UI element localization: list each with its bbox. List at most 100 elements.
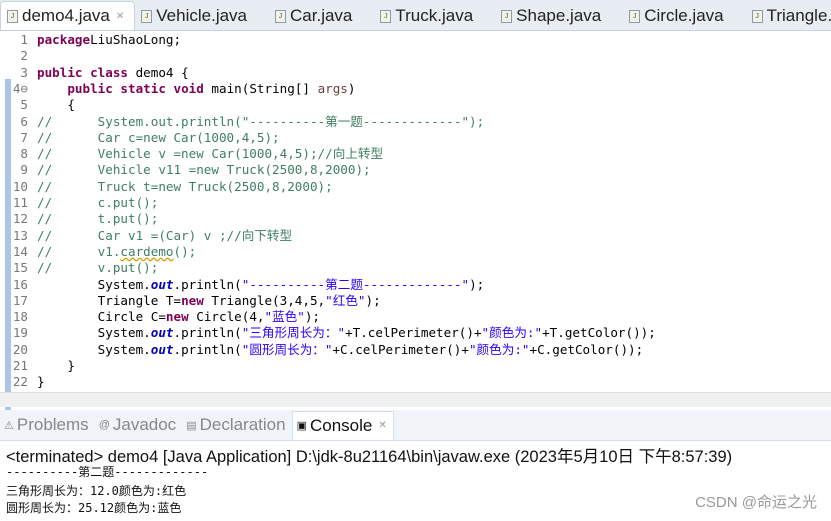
close-icon[interactable]: ✕: [378, 420, 386, 431]
java-file-icon: J: [501, 9, 513, 23]
declaration-icon: ▤: [186, 419, 197, 432]
line-number: 14: [12, 243, 28, 259]
line-number: 12: [12, 211, 28, 227]
line-number: 17: [12, 292, 28, 308]
java-file-icon: J: [275, 9, 287, 23]
code-token: // c.put();: [37, 195, 159, 210]
tab-label: Console: [310, 415, 373, 435]
code-token: // System.out.println("----------第一题----…: [37, 113, 485, 129]
code-token: demo4 {: [128, 64, 189, 80]
line-number: 2: [20, 48, 28, 64]
editor-tab-vehicle[interactable]: J Vehicle.java: [135, 2, 257, 30]
code-token: }: [37, 358, 75, 373]
console-output-line: 圆形周长为：25.12颜色为:蓝色: [6, 501, 182, 515]
line-number: 11: [12, 195, 28, 210]
code-token: System.: [37, 276, 151, 292]
code-token: new: [181, 292, 204, 308]
problems-icon: ⚠: [4, 419, 14, 432]
code-line: 12 // t.put();: [0, 211, 159, 227]
code-line: 4⊖ public static void main(String[] args…: [0, 81, 356, 97]
line-number: 4⊖: [12, 80, 28, 96]
code-line: 15 // v.put();: [0, 260, 159, 276]
code-token: );: [304, 309, 321, 325]
panel-tab-bar: ⚠ Problems @ Javadoc ▤ Declaration ▣ Console ✕: [0, 410, 831, 441]
code-token: ();: [173, 243, 197, 259]
editor-tab-triangle[interactable]: JTriangle.java: [746, 2, 831, 30]
watermark: CSDN @命运之光: [695, 494, 817, 511]
code-token: // Vehicle v11 =new Truck(2500,8,2000);: [37, 162, 371, 178]
line-number: 9: [20, 162, 28, 178]
line-number: 6: [20, 113, 28, 129]
console-icon: ▣: [296, 420, 307, 432]
line-number: 1: [20, 32, 28, 47]
code-token: // Vehicle v =new Car(1000,4,5);//向上转型: [37, 146, 384, 162]
code-token: "颜色为:": [468, 341, 530, 357]
code-token: "蓝色": [264, 309, 305, 325]
java-file-icon: J: [380, 9, 392, 23]
panel-tab-javadoc[interactable]: @ Javadoc: [95, 411, 183, 439]
code-line: 7 // Car c=new Car(1000,4,5);: [0, 130, 279, 146]
code-token: "三角形周长为：": [241, 325, 346, 341]
code-token: }: [37, 374, 45, 390]
code-token: Triangle T=: [37, 292, 182, 308]
code-line: 20 System.out.println("圆形周长为："+C.celPeri…: [0, 342, 643, 358]
line-number: 22: [12, 374, 28, 390]
tab-label: Shape.java: [516, 6, 602, 25]
line-number: 15: [12, 260, 28, 276]
editor-tab-truck[interactable]: J Truck.java: [374, 2, 483, 30]
code-token: out: [150, 325, 174, 341]
code-token: Circle(4,: [188, 309, 265, 325]
horizontal-scrollbar[interactable]: [0, 392, 831, 407]
close-icon[interactable]: ✕: [116, 11, 124, 22]
code-line: 11 // c.put();: [0, 195, 159, 211]
editor-tab-bar: Jdemo4.java ✕ J Vehicle.java J Car.java J Truck…: [0, 0, 831, 31]
code-token: package: [37, 32, 91, 47]
panel-tab-console[interactable]: ▣ Console ✕: [291, 410, 394, 440]
code-line: 1 packageLiuShaoLong;: [0, 32, 181, 48]
code-token: out: [150, 276, 174, 292]
code-token: // v1.: [37, 243, 121, 259]
line-number: 5: [20, 97, 28, 113]
console-output-line: ----------第二题-------------: [6, 465, 209, 479]
code-editor[interactable]: 1 packageLiuShaoLong; 2 3 public class demo4…: [0, 31, 831, 419]
code-token: +C.getColor());: [529, 341, 644, 357]
tab-label: Problems: [16, 415, 89, 434]
code-line: 21 }: [0, 358, 75, 374]
editor-tab-circle[interactable]: J Circle.java: [623, 2, 733, 30]
java-file-icon: J: [141, 9, 153, 23]
code-token: );: [469, 276, 485, 292]
tab-label: Triangle.java: [766, 6, 831, 25]
code-token: .println(: [173, 325, 242, 341]
code-line: 13 // Car v1 =(Car) v ;//向下转型: [0, 228, 292, 244]
code-token: out: [150, 341, 174, 357]
code-line: 22}: [0, 374, 45, 390]
code-token: public static void: [67, 80, 204, 96]
tab-label: Javadoc: [112, 415, 177, 434]
code-token: System.: [37, 325, 151, 341]
code-token: System.: [37, 341, 151, 357]
code-token: LiuShaoLong;: [90, 32, 182, 47]
editor-tab-shape[interactable]: J Shape.java: [495, 2, 611, 30]
java-file-icon: J: [629, 9, 641, 23]
panel-tab-declaration[interactable]: ▤ Declaration: [182, 411, 291, 439]
javadoc-icon: @: [98, 419, 110, 431]
editor-tab-demo4[interactable]: Jdemo4.java ✕: [0, 1, 136, 30]
code-token: // v.put();: [37, 260, 159, 276]
console-output-line: 三角形周长为：12.0颜色为:红色: [6, 484, 187, 498]
code-token: .println(: [173, 341, 242, 357]
java-file-icon: J: [751, 9, 763, 23]
code-line: 19 System.out.println("三角形周长为："+T.celPer…: [0, 325, 656, 341]
java-file-icon: J: [7, 9, 18, 23]
tab-label: Vehicle.java: [156, 6, 248, 25]
panel-tab-problems[interactable]: ⚠ Problems: [0, 411, 95, 439]
code-line: 10 // Truck t=new Truck(2500,8,2000);: [0, 179, 333, 195]
line-number: 10: [12, 178, 28, 194]
code-token: // Truck t=new Truck(2500,8,2000);: [37, 178, 333, 194]
line-number: 16: [12, 276, 28, 292]
code-token: "圆形周长为：": [241, 341, 333, 357]
line-number: 13: [12, 227, 28, 243]
code-line: 17 Triangle T=new Triangle(3,4,5,"红色");: [0, 293, 381, 309]
editor-tab-car[interactable]: J Car.java: [269, 2, 362, 30]
line-number: 19: [12, 325, 28, 341]
